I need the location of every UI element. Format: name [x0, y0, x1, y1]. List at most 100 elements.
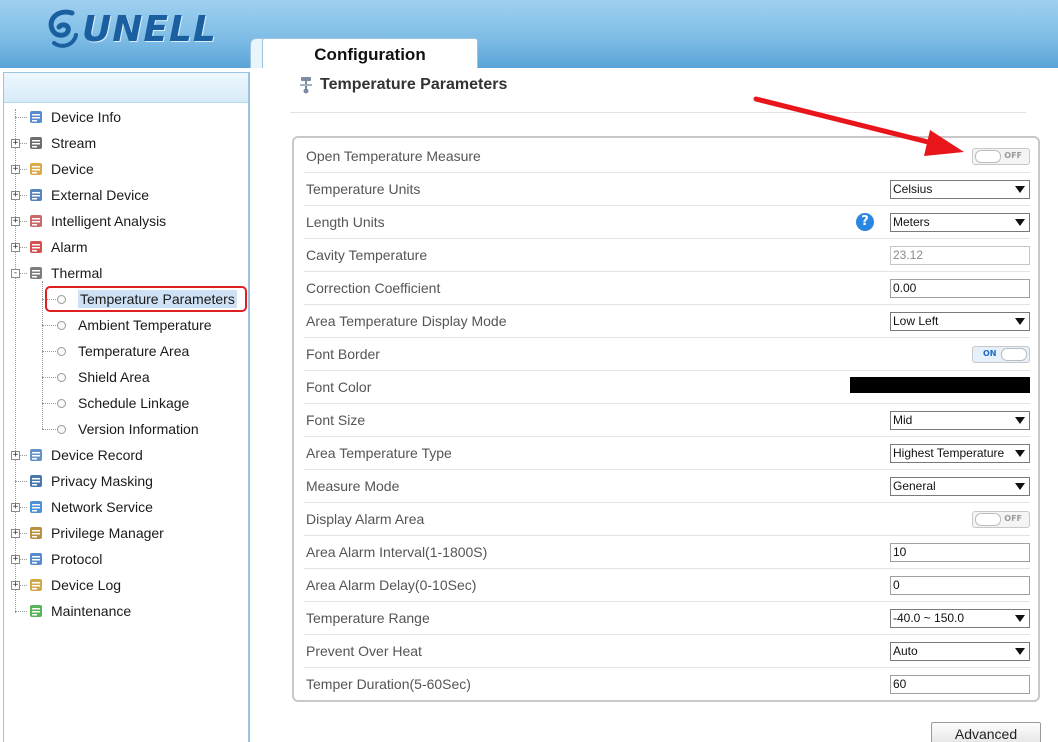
sidebar-item-privacy-masking[interactable]: Privacy Masking: [28, 469, 153, 493]
sidebar-item-stream[interactable]: Stream: [28, 131, 96, 155]
sidebar-subitem-temperature-parameters[interactable]: Temperature Parameters: [45, 286, 247, 312]
leaf-bullet-icon: [57, 320, 66, 330]
correction-coefficient-input[interactable]: 0.00: [890, 279, 1030, 298]
expand-device-record-icon[interactable]: +: [11, 451, 20, 460]
dropdown-arrow-icon: [1015, 219, 1025, 226]
length-units-select[interactable]: Meters: [890, 213, 1030, 232]
display-alarm-area-toggle[interactable]: OFF: [972, 511, 1030, 528]
sidebar-subitem-label: Schedule Linkage: [78, 395, 190, 411]
tree-branch-line: [15, 611, 27, 612]
expand-protocol-icon[interactable]: +: [11, 555, 20, 564]
row-temper-duration-5-60sec: Temper Duration(5-60Sec) 60: [304, 668, 1030, 701]
advanced-button[interactable]: Advanced: [931, 722, 1041, 742]
prevent-over-heat-select[interactable]: Auto: [890, 642, 1030, 661]
sidebar-item-thermal[interactable]: Thermal: [28, 261, 102, 285]
sidebar-item-external-device[interactable]: External Device: [28, 183, 149, 207]
font-border-toggle[interactable]: ON: [972, 346, 1030, 363]
page-title: Temperature Parameters: [298, 76, 507, 94]
sidebar-item-label: Privilege Manager: [51, 525, 164, 541]
area-temperature-display-mode-select[interactable]: Low Left: [890, 312, 1030, 331]
select-value: Highest Temperature: [893, 446, 1005, 460]
toggle-knob: [975, 513, 1001, 526]
temper-duration-5-60sec-input[interactable]: 60: [890, 675, 1030, 694]
expand-device-icon[interactable]: +: [11, 165, 20, 174]
select-value: -40.0 ~ 150.0: [893, 611, 965, 625]
open-temperature-measure-toggle[interactable]: OFF: [972, 148, 1030, 165]
expand-alarm-icon[interactable]: +: [11, 243, 20, 252]
field-label: Area Alarm Interval(1-1800S): [306, 544, 488, 560]
dropdown-arrow-icon: [1015, 417, 1025, 424]
sidebar-item-label: Privacy Masking: [51, 473, 153, 489]
dropdown-arrow-icon: [1015, 186, 1025, 193]
help-icon[interactable]: ?: [856, 213, 874, 231]
expand-stream-icon[interactable]: +: [11, 139, 20, 148]
sidebar-item-protocol[interactable]: Protocol: [28, 547, 102, 571]
sidebar-item-device-info[interactable]: Device Info: [28, 105, 121, 129]
sidebar-item-label: Maintenance: [51, 603, 132, 619]
sidebar-subitem-shield-area[interactable]: Shield Area: [57, 365, 150, 389]
record-icon: [28, 447, 44, 463]
sidebar-subitem-label: Shield Area: [78, 369, 150, 385]
row-open-temperature-measure: Open Temperature Measure OFF: [304, 140, 1030, 173]
row-area-alarm-interval-1-1800s: Area Alarm Interval(1-1800S) 10: [304, 536, 1030, 569]
temperature-range-select[interactable]: -40.0 ~ 150.0: [890, 609, 1030, 628]
field-label: Area Alarm Delay(0-10Sec): [306, 577, 477, 593]
subtree-line: [42, 281, 43, 429]
field-label: Temperature Range: [306, 610, 430, 626]
sidebar-item-device[interactable]: Device: [28, 157, 94, 181]
leaf-bullet-icon: [57, 424, 66, 434]
font-size-select[interactable]: Mid: [890, 411, 1030, 430]
select-value: Low Left: [893, 314, 939, 328]
row-length-units: Length Units Meters?: [304, 206, 1030, 239]
area-alarm-interval-1-1800s-input[interactable]: 10: [890, 543, 1030, 562]
temperature-units-select[interactable]: Celsius: [890, 180, 1030, 199]
sidebar-item-privilege-manager[interactable]: Privilege Manager: [28, 521, 164, 545]
row-font-size: Font Size Mid: [304, 404, 1030, 437]
expand-device-log-icon[interactable]: +: [11, 581, 20, 590]
collapse-thermal-icon[interactable]: -: [11, 269, 20, 278]
sidebar-item-network-service[interactable]: Network Service: [28, 495, 153, 519]
sidebar-item-label: Network Service: [51, 499, 153, 515]
dropdown-arrow-icon: [1015, 483, 1025, 490]
sidebar-subitem-schedule-linkage[interactable]: Schedule Linkage: [57, 391, 189, 415]
sidebar-item-device-record[interactable]: Device Record: [28, 443, 143, 467]
row-area-temperature-type: Area Temperature Type Highest Temperature: [304, 437, 1030, 470]
toggle-knob: [1001, 348, 1027, 361]
area-alarm-delay-0-10sec-input[interactable]: 0: [890, 576, 1030, 595]
expand-external-device-icon[interactable]: +: [11, 191, 20, 200]
sidebar-item-device-log[interactable]: Device Log: [28, 573, 121, 597]
tree-branch-line: [42, 403, 56, 404]
row-prevent-over-heat: Prevent Over Heat Auto: [304, 635, 1030, 668]
measure-mode-select[interactable]: General: [890, 477, 1030, 496]
sidebar-item-label: Device Log: [51, 577, 122, 593]
sidebar-item-label: External Device: [51, 187, 150, 203]
row-correction-coefficient: Correction Coefficient 0.00: [304, 272, 1030, 305]
thermometer-pin-icon: [300, 77, 312, 94]
sidebar-item-intelligent-analysis[interactable]: Intelligent Analysis: [28, 209, 166, 233]
alarm-icon: [28, 239, 44, 255]
leaf-bullet-icon: [57, 372, 66, 382]
tab-configuration[interactable]: Configuration: [262, 38, 478, 68]
expand-network-service-icon[interactable]: +: [11, 503, 20, 512]
title-divider: [290, 112, 1026, 113]
field-label: Display Alarm Area: [306, 511, 425, 527]
expand-privilege-manager-icon[interactable]: +: [11, 529, 20, 538]
font-color-swatch[interactable]: [850, 377, 1030, 393]
person-icon: [28, 213, 44, 229]
leaf-bullet-icon: [57, 398, 66, 408]
plug-icon: [28, 187, 44, 203]
sidebar-subitem-label: Version Information: [78, 421, 199, 437]
field-label: Font Border: [306, 346, 380, 362]
expand-intelligent-analysis-icon[interactable]: +: [11, 217, 20, 226]
brand-logo: UNELL: [44, 2, 217, 56]
area-temperature-type-select[interactable]: Highest Temperature: [890, 444, 1030, 463]
sidebar-item-alarm[interactable]: Alarm: [28, 235, 88, 259]
sidebar-item-maintenance[interactable]: Maintenance: [28, 599, 131, 623]
users-icon: [28, 525, 44, 541]
field-label: Area Temperature Display Mode: [306, 313, 507, 329]
sidebar-subitem-version-information[interactable]: Version Information: [57, 417, 199, 441]
sidebar-subitem-ambient-temperature[interactable]: Ambient Temperature: [57, 313, 212, 337]
row-measure-mode: Measure Mode General: [304, 470, 1030, 503]
field-label: Length Units: [306, 214, 385, 230]
sidebar-subitem-temperature-area[interactable]: Temperature Area: [57, 339, 189, 363]
